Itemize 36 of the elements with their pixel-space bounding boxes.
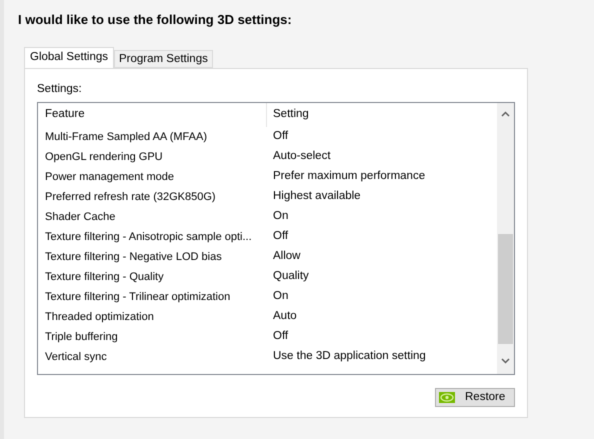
- feature-cell[interactable]: Vertical sync: [38, 348, 267, 365]
- scrollbar[interactable]: [497, 102, 514, 374]
- tab[interactable]: Program Settings: [114, 50, 213, 68]
- setting-cell[interactable]: Use the 3D application setting: [267, 348, 497, 366]
- section-heading: I would like to use the following 3D settings:: [18, 11, 292, 29]
- setting-cell[interactable]: On: [267, 208, 497, 226]
- feature-cell[interactable]: Shader Cache: [38, 208, 267, 225]
- feature-cell[interactable]: Multi-Frame Sampled AA (MFAA): [38, 128, 267, 145]
- feature-cell[interactable]: Threaded optimization: [38, 308, 267, 325]
- column-header[interactable]: Feature: [38, 102, 267, 127]
- eye-logo-icon: [439, 392, 455, 403]
- settings-label: Settings:: [37, 82, 82, 96]
- setting-cell[interactable]: Highest available: [267, 188, 497, 206]
- setting-cell[interactable]: Prefer maximum performance: [267, 168, 497, 186]
- column-header[interactable]: Setting: [267, 102, 497, 127]
- feature-cell[interactable]: OpenGL rendering GPU: [38, 148, 267, 165]
- feature-cell[interactable]: Texture filtering - Trilinear optimization: [38, 288, 267, 305]
- setting-cell[interactable]: Allow: [267, 248, 497, 266]
- feature-cell[interactable]: Preferred refresh rate (32GK850G): [38, 188, 267, 205]
- feature-cell[interactable]: Texture filtering - Quality: [38, 268, 267, 285]
- setting-cell[interactable]: Off: [267, 128, 497, 146]
- feature-cell[interactable]: Texture filtering - Negative LOD bias: [38, 248, 267, 265]
- scroll-up-icon[interactable]: [501, 110, 510, 117]
- scrollbar-thumb[interactable]: [498, 234, 513, 344]
- setting-cell[interactable]: Off: [267, 228, 497, 246]
- scroll-down-icon[interactable]: [501, 358, 510, 364]
- feature-cell[interactable]: Triple buffering: [38, 328, 267, 345]
- feature-cell[interactable]: Power management mode: [38, 168, 267, 185]
- setting-cell[interactable]: On: [267, 288, 497, 306]
- setting-cell[interactable]: Auto-select: [267, 148, 497, 166]
- setting-cell[interactable]: Auto: [267, 308, 497, 326]
- feature-cell[interactable]: Texture filtering - Anisotropic sample opti...: [38, 228, 267, 245]
- setting-cell[interactable]: Off: [267, 328, 497, 346]
- setting-cell[interactable]: Quality: [267, 268, 497, 286]
- restore-button[interactable]: Restore: [435, 388, 515, 407]
- tab[interactable]: Global Settings: [24, 46, 114, 68]
